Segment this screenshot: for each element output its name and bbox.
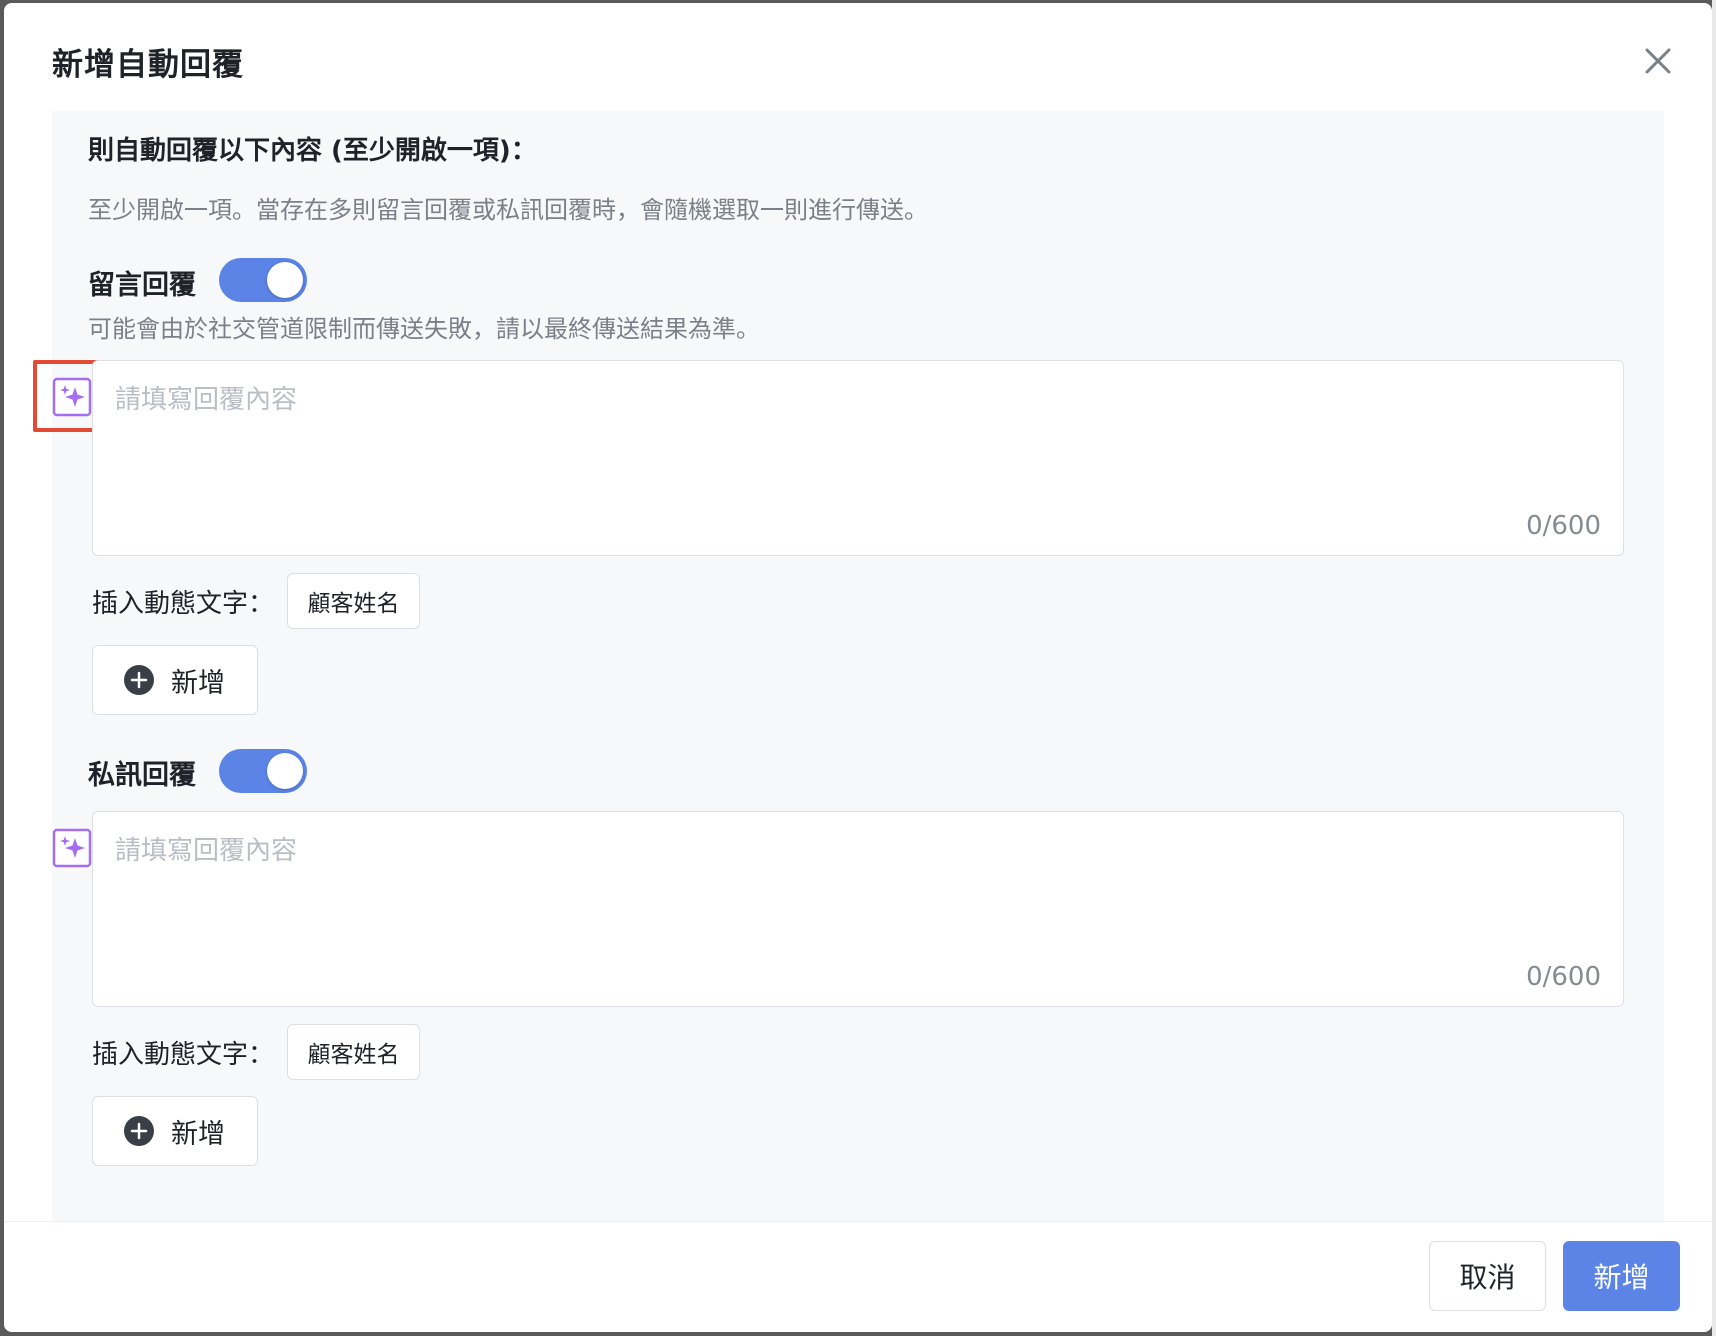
dialog-title: 新增自動回覆 bbox=[52, 47, 244, 83]
toggle-knob bbox=[267, 753, 303, 789]
add-button-label: 新增 bbox=[171, 667, 225, 699]
page-backdrop bbox=[1712, 0, 1716, 1336]
add-dm-reply-button[interactable]: 新增 bbox=[92, 1096, 258, 1166]
add-comment-reply-button[interactable]: 新增 bbox=[92, 645, 258, 715]
dialog-header: 新增自動回覆 bbox=[4, 3, 1712, 111]
section-heading: 則自動回覆以下內容 (至少開啟一項)： bbox=[88, 136, 537, 166]
textarea-placeholder: 請填寫回覆內容 bbox=[115, 385, 298, 415]
customer-name-tag-button[interactable]: 顧客姓名 bbox=[287, 1024, 420, 1080]
character-counter: 0/600 bbox=[1526, 962, 1601, 992]
submit-button[interactable]: 新增 bbox=[1563, 1241, 1680, 1311]
section-description: 至少開啟一項。當存在多則留言回覆或私訊回覆時，會隨機選取一則進行傳送。 bbox=[88, 196, 928, 224]
add-button-label: 新增 bbox=[171, 1118, 225, 1150]
character-counter: 0/600 bbox=[1526, 511, 1601, 541]
dm-reply-toggle[interactable] bbox=[219, 749, 307, 793]
comment-reply-note: 可能會由於社交管道限制而傳送失敗，請以最終傳送結果為準。 bbox=[88, 315, 760, 343]
toggle-knob bbox=[267, 262, 303, 298]
insert-dynamic-text-label: 插入動態文字： bbox=[92, 589, 275, 619]
comment-reply-toggle[interactable] bbox=[219, 258, 307, 302]
comment-reply-label: 留言回覆 bbox=[88, 270, 196, 301]
dm-reply-textarea[interactable]: 請填寫回覆內容 0/600 bbox=[92, 811, 1624, 1007]
textarea-placeholder: 請填寫回覆內容 bbox=[115, 836, 298, 866]
sparkle-ai-icon[interactable] bbox=[52, 828, 92, 868]
comment-reply-textarea[interactable]: 請填寫回覆內容 0/600 bbox=[92, 360, 1624, 556]
plus-circle-icon bbox=[124, 1116, 154, 1146]
plus-circle-icon bbox=[124, 665, 154, 695]
dm-reply-label: 私訊回覆 bbox=[88, 760, 196, 791]
cancel-button[interactable]: 取消 bbox=[1429, 1241, 1546, 1311]
close-icon[interactable] bbox=[1640, 43, 1676, 79]
customer-name-tag-button[interactable]: 顧客姓名 bbox=[287, 573, 420, 629]
insert-dynamic-text-label: 插入動態文字： bbox=[92, 1040, 275, 1070]
